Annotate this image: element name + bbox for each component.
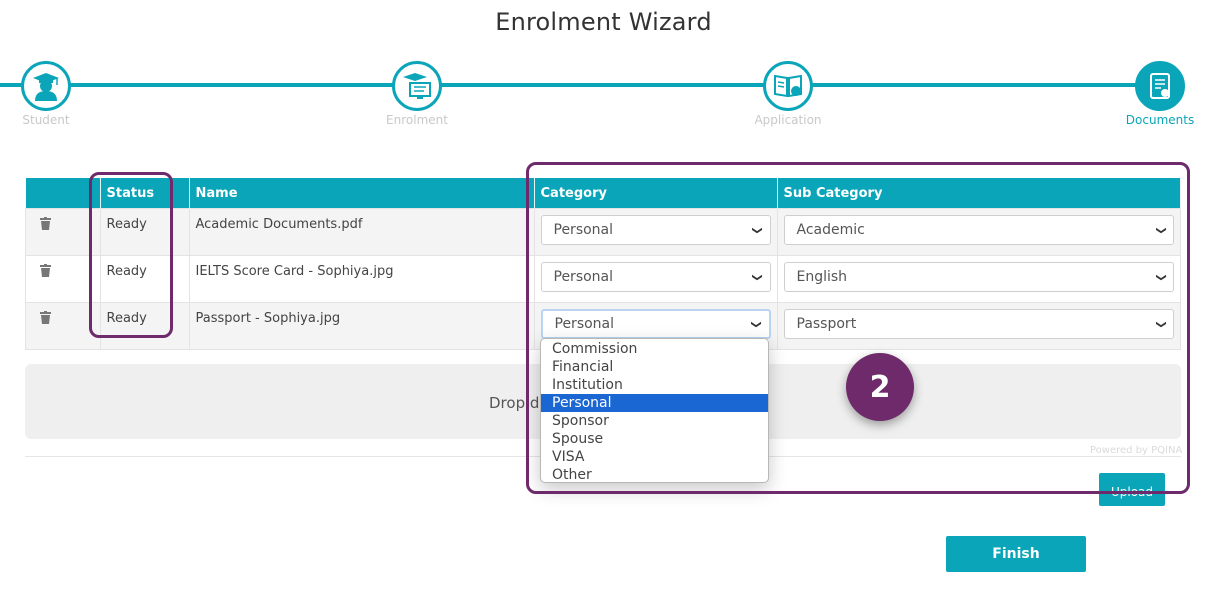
- step-label: Enrolment: [386, 113, 448, 127]
- step-application[interactable]: Application: [728, 61, 848, 127]
- wizard-progress-line: [0, 83, 1180, 87]
- step-label: Student: [22, 113, 70, 127]
- header-name: Name: [189, 178, 535, 209]
- step-number-badge: 2: [846, 353, 914, 421]
- student-icon: [21, 61, 71, 111]
- finish-button[interactable]: Finish: [946, 536, 1086, 572]
- trash-icon[interactable]: [40, 217, 51, 234]
- category-highlight-box: [526, 162, 1190, 494]
- enrolment-icon: [392, 61, 442, 111]
- step-student[interactable]: Student: [0, 61, 106, 127]
- step-documents[interactable]: Documents: [1100, 61, 1220, 127]
- page-title: Enrolment Wizard: [495, 8, 712, 36]
- step-label: Application: [754, 113, 822, 127]
- step-label: Documents: [1125, 113, 1195, 127]
- application-icon: [763, 61, 813, 111]
- status-highlight-box: [89, 172, 173, 338]
- name-cell: IELTS Score Card - Sophiya.jpg: [188, 255, 535, 303]
- documents-icon: [1135, 61, 1185, 111]
- trash-icon[interactable]: [40, 311, 51, 328]
- step-enrolment[interactable]: Enrolment: [357, 61, 477, 127]
- name-cell: Academic Documents.pdf: [188, 208, 535, 256]
- name-cell: Passport - Sophiya.jpg: [188, 302, 535, 350]
- trash-icon[interactable]: [40, 264, 51, 281]
